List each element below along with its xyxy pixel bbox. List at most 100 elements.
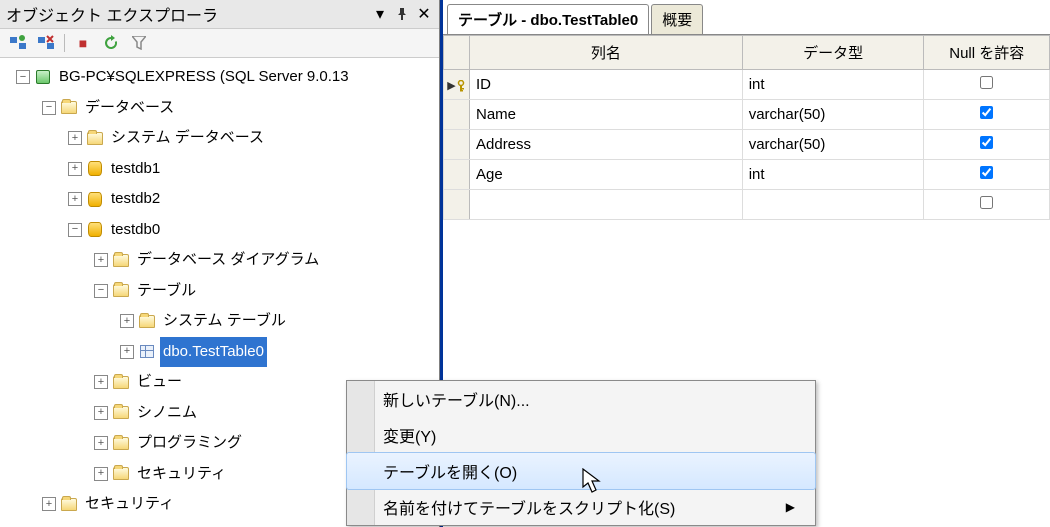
row-header[interactable] [444, 160, 470, 190]
pin-icon[interactable] [393, 5, 411, 23]
grid-header-name[interactable]: 列名 [470, 36, 743, 70]
tab-summary[interactable]: 概要 [651, 4, 703, 34]
connect-icon[interactable] [8, 33, 28, 53]
filter-icon[interactable] [129, 33, 149, 53]
dropdown-icon[interactable]: ▾ [371, 5, 389, 23]
stop-icon[interactable]: ■ [73, 33, 93, 53]
cell-data-type[interactable] [742, 190, 924, 220]
row-header[interactable]: ▶ [444, 70, 470, 100]
expander-icon[interactable]: − [16, 70, 30, 84]
grid-row-empty[interactable] [444, 190, 1050, 220]
expander-icon[interactable]: + [94, 253, 108, 267]
expander-icon[interactable]: + [94, 467, 108, 481]
tree-db-node[interactable]: + testdb1 [0, 154, 439, 185]
expander-icon[interactable]: + [42, 497, 56, 511]
primary-key-icon: ▶ [447, 79, 465, 92]
row-header[interactable] [444, 130, 470, 160]
expander-icon[interactable]: + [68, 131, 82, 145]
tree-label: testdb0 [108, 215, 163, 246]
server-icon [34, 69, 52, 85]
tree-label: testdb2 [108, 184, 163, 215]
menu-open-table[interactable]: テーブルを開く(O) [346, 452, 816, 490]
tree-label: プログラミング [134, 428, 245, 459]
row-header[interactable] [444, 190, 470, 220]
grid-row[interactable]: ▶ IDint [444, 70, 1050, 100]
menu-label: 新しいテーブル(N)... [383, 387, 530, 411]
cell-data-type[interactable]: int [742, 70, 924, 100]
tree-table-node-selected[interactable]: + dbo.TestTable0 [0, 337, 439, 368]
columns-grid[interactable]: 列名 データ型 Null を許容 ▶IDintNamevarchar(50)Ad… [443, 35, 1050, 220]
tree-label: testdb1 [108, 154, 163, 185]
tree-sysdb-node[interactable]: + システム データベース [0, 123, 439, 154]
refresh-icon[interactable] [101, 33, 121, 53]
cell-data-type[interactable]: varchar(50) [742, 100, 924, 130]
allow-null-checkbox[interactable] [980, 136, 993, 149]
folder-icon [138, 313, 156, 329]
grid-row[interactable]: Ageint [444, 160, 1050, 190]
folder-icon [112, 374, 130, 390]
tree-label: セキュリティ [134, 459, 229, 490]
tree-systables-node[interactable]: + システム テーブル [0, 306, 439, 337]
tree-server-node[interactable]: − BG-PC¥SQLEXPRESS (SQL Server 9.0.13 [0, 62, 439, 93]
database-icon [86, 222, 104, 238]
allow-null-checkbox[interactable] [980, 166, 993, 179]
grid-row[interactable]: Namevarchar(50) [444, 100, 1050, 130]
folder-icon [112, 435, 130, 451]
tree-label: データベース ダイアグラム [134, 245, 322, 276]
cell-allow-null[interactable] [924, 190, 1050, 220]
grid-header-type[interactable]: データ型 [742, 36, 924, 70]
cell-column-name[interactable]: Name [470, 100, 743, 130]
tree-databases-node[interactable]: − データベース [0, 93, 439, 124]
tree-db-node[interactable]: + testdb2 [0, 184, 439, 215]
close-icon[interactable]: ✕ [415, 5, 433, 23]
grid-row[interactable]: Addressvarchar(50) [444, 130, 1050, 160]
cell-column-name[interactable] [470, 190, 743, 220]
expander-icon[interactable]: + [68, 192, 82, 206]
tree-label: シノニム [134, 398, 200, 429]
expander-icon[interactable]: + [94, 436, 108, 450]
cell-allow-null[interactable] [924, 70, 1050, 100]
tree-label: データベース [82, 93, 177, 124]
expander-icon[interactable]: − [42, 101, 56, 115]
row-header-corner [444, 36, 470, 70]
object-explorer-title: オブジェクト エクスプローラ [6, 2, 367, 26]
tree-label: BG-PC¥SQLEXPRESS (SQL Server 9.0.13 [56, 62, 352, 93]
expander-icon[interactable]: + [120, 314, 134, 328]
tree-tables-node[interactable]: − テーブル [0, 276, 439, 307]
menu-modify[interactable]: 変更(Y) [347, 417, 815, 453]
tree-label: ビュー [134, 367, 185, 398]
folder-icon [112, 405, 130, 421]
tree-diagrams-node[interactable]: + データベース ダイアグラム [0, 245, 439, 276]
object-explorer-toolbar: ■ [0, 29, 439, 58]
tab-table-designer[interactable]: テーブル - dbo.TestTable0 [447, 4, 649, 34]
cell-allow-null[interactable] [924, 130, 1050, 160]
tree-label: セキュリティ [82, 489, 177, 520]
menu-script-table-as[interactable]: 名前を付けてテーブルをスクリプト化(S) ▶ [347, 489, 815, 525]
grid-header-null[interactable]: Null を許容 [924, 36, 1050, 70]
cell-column-name[interactable]: ID [470, 70, 743, 100]
folder-icon [86, 130, 104, 146]
menu-label: テーブルを開く(O) [383, 459, 517, 483]
expander-icon[interactable]: − [68, 223, 82, 237]
disconnect-icon[interactable] [36, 33, 56, 53]
cell-column-name[interactable]: Address [470, 130, 743, 160]
expander-icon[interactable]: + [68, 162, 82, 176]
row-header[interactable] [444, 100, 470, 130]
document-tabs: テーブル - dbo.TestTable0 概要 [443, 0, 1050, 34]
tree-db-node[interactable]: − testdb0 [0, 215, 439, 246]
allow-null-checkbox[interactable] [980, 76, 993, 89]
cell-column-name[interactable]: Age [470, 160, 743, 190]
cell-allow-null[interactable] [924, 160, 1050, 190]
expander-icon[interactable]: + [94, 406, 108, 420]
allow-null-checkbox[interactable] [980, 196, 993, 209]
allow-null-checkbox[interactable] [980, 106, 993, 119]
expander-icon[interactable]: + [94, 375, 108, 389]
expander-icon[interactable]: + [120, 345, 134, 359]
folder-icon [60, 496, 78, 512]
cell-data-type[interactable]: varchar(50) [742, 130, 924, 160]
menu-new-table[interactable]: 新しいテーブル(N)... [347, 381, 815, 417]
cell-allow-null[interactable] [924, 100, 1050, 130]
expander-icon[interactable]: − [94, 284, 108, 298]
cell-data-type[interactable]: int [742, 160, 924, 190]
table-icon [138, 344, 156, 360]
